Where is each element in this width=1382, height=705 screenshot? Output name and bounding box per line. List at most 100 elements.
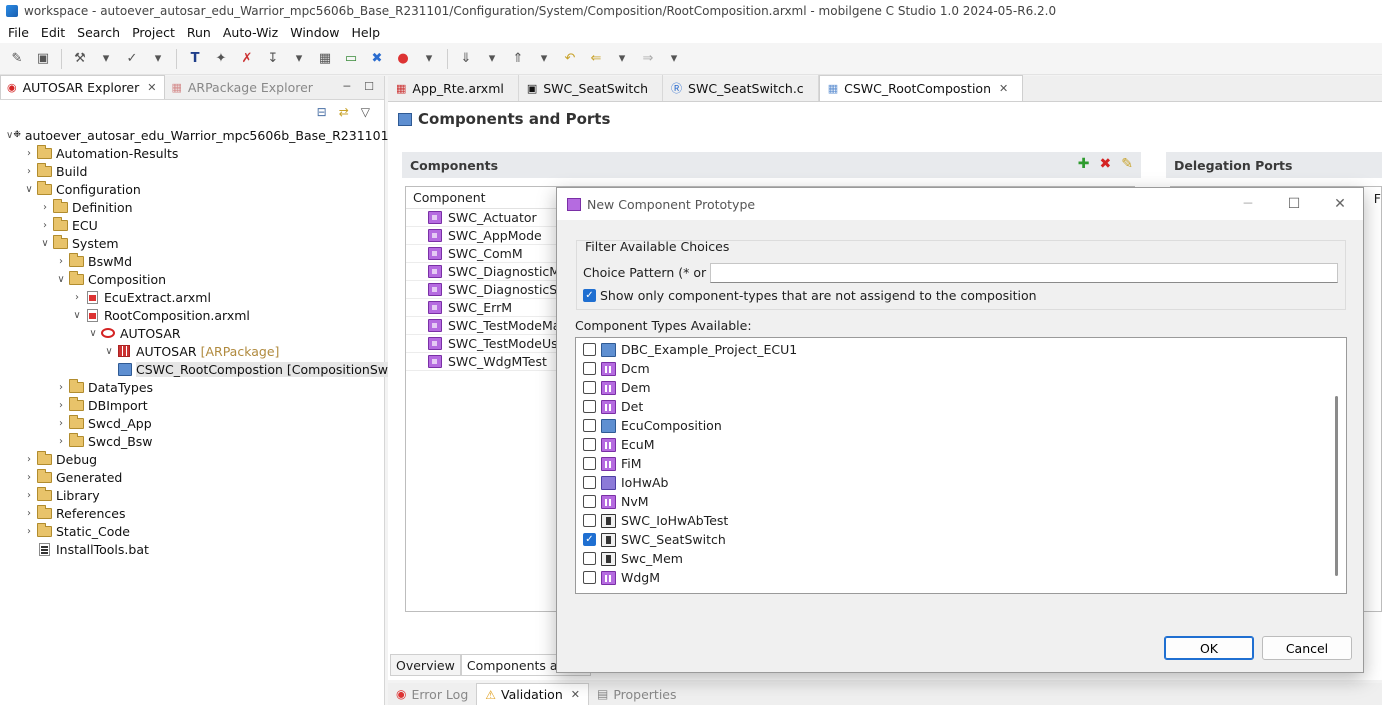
close-icon[interactable]: ✕ xyxy=(999,82,1008,95)
view-menu-icon[interactable]: ▽ xyxy=(361,105,370,119)
forward-icon[interactable]: ⇒ xyxy=(637,48,659,70)
link-editor-icon[interactable]: ⇄ xyxy=(339,105,349,119)
list-item[interactable]: DBC_Example_Project_ECU1 xyxy=(576,340,1346,359)
tab-autosar-explorer[interactable]: ◉ AUTOSAR Explorer ✕ xyxy=(0,75,166,99)
validate-icon[interactable]: ✗ xyxy=(236,48,258,70)
tree-item[interactable]: › Swcd_Bsw xyxy=(0,432,384,450)
cancel-button[interactable]: Cancel xyxy=(1262,636,1352,660)
next-annotation-icon[interactable]: ⇓ xyxy=(455,48,477,70)
list-item-checked[interactable]: ✓ SWC_SeatSwitch xyxy=(576,530,1346,549)
close-x-icon[interactable]: ✖ xyxy=(366,48,388,70)
list-item[interactable]: Swc_Mem xyxy=(576,549,1346,568)
close-icon[interactable]: ✕ xyxy=(571,688,580,701)
tab-swc-seatswitch[interactable]: ▣ SWC_SeatSwitch xyxy=(519,75,664,101)
run-icon[interactable]: ● xyxy=(392,48,414,70)
tree-item[interactable]: › References xyxy=(0,504,384,522)
list-item[interactable]: FiM xyxy=(576,454,1346,473)
menu-edit[interactable]: Edit xyxy=(35,25,71,40)
chevron-down-icon[interactable]: ∨ xyxy=(102,346,116,357)
save-icon[interactable]: ▣ xyxy=(32,48,54,70)
checkbox[interactable] xyxy=(583,457,596,470)
tree-item[interactable]: InstallTools.bat xyxy=(0,540,384,558)
sparkle-icon[interactable]: ✦ xyxy=(210,48,232,70)
tree-item[interactable]: › Static_Code xyxy=(0,522,384,540)
tab-arpackage-explorer[interactable]: ▦ ARPackage Explorer xyxy=(165,75,320,99)
close-icon[interactable]: ✕ xyxy=(147,81,156,94)
show-only-unassigned-checkbox[interactable]: ✓ Show only component-types that are not… xyxy=(583,288,1037,303)
checkbox[interactable] xyxy=(583,362,596,375)
menu-run[interactable]: Run xyxy=(181,25,217,40)
menu-help[interactable]: Help xyxy=(346,25,387,40)
delete-icon[interactable]: ✖ xyxy=(1100,156,1112,172)
chevron-right-icon[interactable]: › xyxy=(38,202,52,213)
tree-item[interactable]: › DBImport xyxy=(0,396,384,414)
chevron-right-icon[interactable]: › xyxy=(38,220,52,231)
dropdown-arrow-icon[interactable]: ▾ xyxy=(533,48,555,70)
list-item[interactable]: Dcm xyxy=(576,359,1346,378)
list-item[interactable]: EcuM xyxy=(576,435,1346,454)
tree-item[interactable]: › Swcd_App xyxy=(0,414,384,432)
tree-item[interactable]: ∨ RootComposition.arxml xyxy=(0,306,384,324)
dropdown-arrow-icon[interactable]: ▾ xyxy=(663,48,685,70)
chevron-right-icon[interactable]: › xyxy=(22,526,36,537)
checkbox-checked[interactable]: ✓ xyxy=(583,289,596,302)
ok-button[interactable]: OK xyxy=(1164,636,1254,660)
checkbox[interactable] xyxy=(583,552,596,565)
checkbox[interactable] xyxy=(583,495,596,508)
checkbox[interactable] xyxy=(583,400,596,413)
list-item[interactable]: SWC_IoHwAbTest xyxy=(576,511,1346,530)
tree-item[interactable]: › Automation-Results xyxy=(0,144,384,162)
chevron-down-icon[interactable]: ∨ xyxy=(22,184,36,195)
chevron-right-icon[interactable]: › xyxy=(70,292,84,303)
checkbox[interactable] xyxy=(583,514,596,527)
dropdown-arrow-icon[interactable]: ▾ xyxy=(418,48,440,70)
close-icon[interactable]: ✕ xyxy=(1317,188,1363,220)
menu-file[interactable]: File xyxy=(2,25,35,40)
last-edit-icon[interactable]: ↶ xyxy=(559,48,581,70)
tree-item[interactable]: ∨ AUTOSAR [ARPackage] xyxy=(0,342,384,360)
prev-annotation-icon[interactable]: ⇑ xyxy=(507,48,529,70)
chevron-right-icon[interactable]: › xyxy=(22,166,36,177)
chevron-right-icon[interactable]: › xyxy=(22,148,36,159)
checkbox[interactable] xyxy=(583,419,596,432)
list-item[interactable]: Dem xyxy=(576,378,1346,397)
terminal-icon[interactable]: T xyxy=(184,48,206,70)
chevron-down-icon[interactable]: ∨ xyxy=(70,310,84,321)
add-icon[interactable]: ✚ xyxy=(1078,156,1090,172)
tab-properties[interactable]: ▤ Properties xyxy=(589,683,685,705)
tree-item[interactable]: › Build xyxy=(0,162,384,180)
chevron-right-icon[interactable]: › xyxy=(22,472,36,483)
pin-icon[interactable]: ✓ xyxy=(121,48,143,70)
edit-icon[interactable]: ✎ xyxy=(1121,156,1133,172)
chevron-right-icon[interactable]: › xyxy=(22,454,36,465)
new-icon[interactable]: ✎ xyxy=(6,48,28,70)
dropdown-arrow-icon[interactable]: ▾ xyxy=(481,48,503,70)
minimize-icon[interactable]: ─ xyxy=(1225,188,1271,220)
chevron-down-icon[interactable]: ∨ xyxy=(38,238,52,249)
dropdown-arrow-icon[interactable]: ▾ xyxy=(288,48,310,70)
list-item[interactable]: NvM xyxy=(576,492,1346,511)
chevron-right-icon[interactable]: › xyxy=(54,436,68,447)
maximize-icon[interactable]: ☐ xyxy=(364,80,374,93)
tree-item[interactable]: › Library xyxy=(0,486,384,504)
checkbox[interactable] xyxy=(583,476,596,489)
build-hammer-icon[interactable]: ⚒ xyxy=(69,48,91,70)
tree-item[interactable]: › Debug xyxy=(0,450,384,468)
chevron-right-icon[interactable]: › xyxy=(54,418,68,429)
checkbox[interactable] xyxy=(583,571,596,584)
tree-item-selected[interactable]: CSWC_RootCompostion [CompositionSwCompon… xyxy=(0,360,495,378)
import-icon[interactable]: ↧ xyxy=(262,48,284,70)
list-item[interactable]: Det xyxy=(576,397,1346,416)
chevron-right-icon[interactable]: › xyxy=(54,256,68,267)
checkbox-checked[interactable]: ✓ xyxy=(583,533,596,546)
chevron-down-icon[interactable]: ∨ xyxy=(6,130,13,141)
maximize-icon[interactable]: ☐ xyxy=(1271,188,1317,220)
dropdown-arrow-icon[interactable]: ▾ xyxy=(95,48,117,70)
tree-item[interactable]: › ECU xyxy=(0,216,384,234)
chevron-down-icon[interactable]: ∨ xyxy=(54,274,68,285)
tab-app-rte-arxml[interactable]: ▦ App_Rte.arxml xyxy=(388,75,519,101)
list-scrollbar[interactable] xyxy=(1335,396,1338,576)
tree-item[interactable]: ∨ System xyxy=(0,234,384,252)
document-icon[interactable]: ▦ xyxy=(314,48,336,70)
menu-search[interactable]: Search xyxy=(71,25,126,40)
